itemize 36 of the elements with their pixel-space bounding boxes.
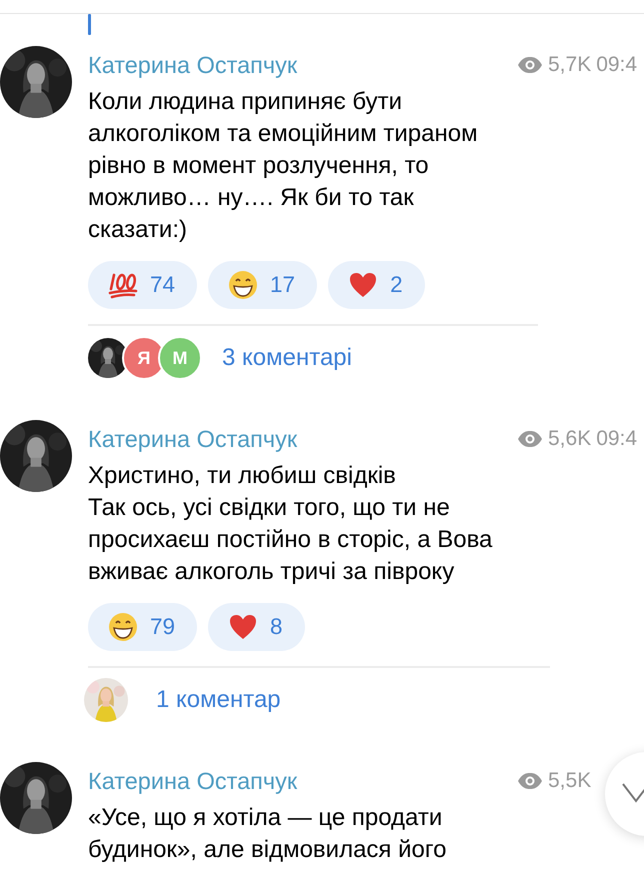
reaction-button[interactable]: 74 xyxy=(88,261,198,309)
eye-icon xyxy=(517,56,543,74)
author-name[interactable]: Катерина Остапчук xyxy=(88,52,517,78)
reaction-button[interactable]: 8 xyxy=(208,603,305,651)
view-count: 5,7K xyxy=(548,53,592,77)
message-text-line: можливо… ну…. Як би то так xyxy=(88,183,415,213)
message-text-line: вживає алкоголь тричі за півроку xyxy=(88,557,456,587)
grinning-face-icon xyxy=(108,612,138,642)
comments-link[interactable]: 1 коментар xyxy=(156,686,281,714)
view-count: 5,6K xyxy=(548,427,592,451)
author-name[interactable]: Катерина Остапчук xyxy=(88,768,517,794)
comments-link[interactable]: 3 коментарі xyxy=(222,344,352,372)
message-text-line: будинок», але відмовилася його xyxy=(88,835,448,865)
reaction-button[interactable]: 17 xyxy=(208,261,318,309)
reaction-button[interactable]: 79 xyxy=(88,603,198,651)
grinning-face-icon xyxy=(228,270,258,300)
message-text-line: Коли людина припиняє бути xyxy=(88,87,403,117)
post-time: 09:4 xyxy=(596,53,638,77)
message-text-line: сказати:) xyxy=(88,215,188,245)
letter-avatar: М xyxy=(158,336,202,380)
reply-bar xyxy=(88,14,91,35)
chevron-down-icon xyxy=(621,782,644,804)
heart-icon xyxy=(348,270,378,300)
reaction-button[interactable]: 2 xyxy=(328,261,425,309)
message-text-line: «Усе, що я хотіла — це продати xyxy=(88,803,444,833)
message-text-line: алкоголіком та емоційним тираном xyxy=(88,119,479,149)
message-text-line: рівно в момент розлучення, то xyxy=(88,151,430,181)
message-text-line: просихаєш постійно в сторіс, а Вова xyxy=(88,525,494,555)
message-text-line: Христино, ти любиш свідків xyxy=(88,461,397,491)
message-text-line: Так ось, усі свідки того, що ти не xyxy=(88,493,451,523)
author-name[interactable]: Катерина Остапчук xyxy=(88,426,517,452)
eye-icon xyxy=(517,772,543,790)
eye-icon xyxy=(517,430,543,448)
heart-icon xyxy=(228,612,258,642)
post-time: 09:4 xyxy=(596,427,638,451)
view-count: 5,5K xyxy=(548,769,592,793)
